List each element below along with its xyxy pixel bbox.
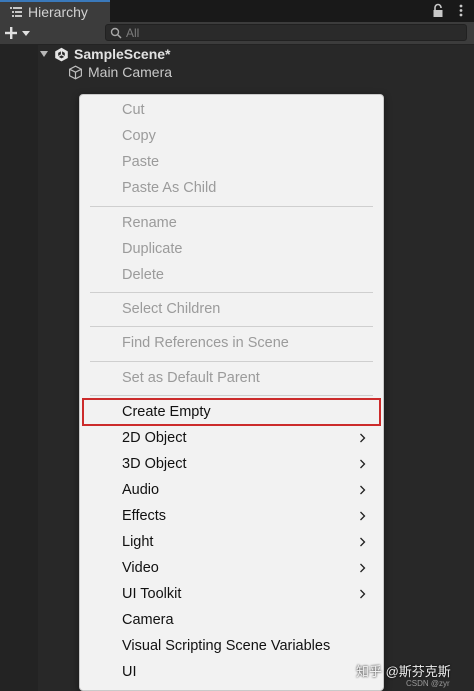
menu-item-audio[interactable]: Audio <box>80 477 383 503</box>
scene-row[interactable]: SampleScene* <box>38 45 474 63</box>
chevron-right-icon <box>360 589 366 599</box>
menu-item-label: Audio <box>122 482 160 498</box>
scene-name: SampleScene* <box>74 46 171 62</box>
search-icon <box>110 27 122 39</box>
menu-item-3d-object[interactable]: 3D Object <box>80 451 383 477</box>
tree-item-label: Main Camera <box>88 64 173 80</box>
menu-item-find-references[interactable]: Find References in Scene <box>80 330 383 356</box>
lock-icon[interactable] <box>432 3 444 18</box>
menu-item-label: Video <box>122 560 159 576</box>
menu-item-label: Paste <box>122 154 160 170</box>
tab-title: Hierarchy <box>28 4 88 20</box>
menu-item-label: Effects <box>122 508 167 524</box>
menu-separator <box>90 361 373 362</box>
menu-item-label: Visual Scripting Scene Variables <box>122 638 331 654</box>
menu-item-delete[interactable]: Delete <box>80 262 383 288</box>
menu-item-effects[interactable]: Effects <box>80 503 383 529</box>
menu-item-label: Camera <box>122 612 174 628</box>
menu-item-label: UI Toolkit <box>122 586 182 602</box>
create-dropdown-button[interactable] <box>4 23 38 43</box>
tree-gutter <box>0 45 38 691</box>
plus-icon <box>5 27 17 39</box>
watermark-sub: CSDN @zyr <box>406 679 450 688</box>
menu-item-label: Delete <box>122 267 164 283</box>
menu-item-label: 2D Object <box>122 430 187 446</box>
menu-item-2d-object[interactable]: 2D Object <box>80 425 383 451</box>
menu-item-ui-toolkit[interactable]: UI Toolkit <box>80 581 383 607</box>
chevron-right-icon <box>360 459 366 469</box>
menu-separator <box>90 206 373 207</box>
menu-item-visual-scripting-scene-variables[interactable]: Visual Scripting Scene Variables <box>80 633 383 659</box>
tab-hierarchy[interactable]: Hierarchy <box>0 0 110 22</box>
menu-item-label: Rename <box>122 215 177 231</box>
menu-item-light[interactable]: Light <box>80 529 383 555</box>
menu-item-video[interactable]: Video <box>80 555 383 581</box>
context-menu: Cut Copy Paste Paste As Child Rename Dup… <box>79 94 384 691</box>
menu-item-paste-as-child[interactable]: Paste As Child <box>80 175 383 201</box>
menu-item-cut[interactable]: Cut <box>80 97 383 123</box>
unity-scene-icon <box>55 47 68 61</box>
menu-item-rename[interactable]: Rename <box>80 210 383 236</box>
menu-item-duplicate[interactable]: Duplicate <box>80 236 383 262</box>
menu-item-ui[interactable]: UI <box>80 659 383 685</box>
chevron-right-icon <box>360 485 366 495</box>
watermark: 知乎 @斯芬克斯 <box>356 664 451 679</box>
menu-item-copy[interactable]: Copy <box>80 123 383 149</box>
menu-separator <box>90 292 373 293</box>
menu-item-label: Set as Default Parent <box>122 370 260 386</box>
menu-separator <box>90 326 373 327</box>
menu-item-camera[interactable]: Camera <box>80 607 383 633</box>
tab-bar: Hierarchy <box>0 0 474 22</box>
menu-item-label: Light <box>122 534 154 550</box>
hierarchy-toolbar <box>0 22 474 45</box>
menu-separator <box>90 395 373 396</box>
menu-item-set-default-parent[interactable]: Set as Default Parent <box>80 365 383 391</box>
chevron-right-icon <box>360 433 366 443</box>
search-input[interactable] <box>126 25 456 40</box>
gameobject-cube-icon <box>69 65 82 79</box>
expand-arrow-icon[interactable] <box>39 49 49 59</box>
caret-down-icon <box>22 31 30 36</box>
tree-item-main-camera[interactable]: Main Camera <box>68 63 172 81</box>
menu-item-label: 3D Object <box>122 456 187 472</box>
highlight-box <box>82 398 381 426</box>
chevron-right-icon <box>360 537 366 547</box>
menu-item-label: UI <box>122 664 137 680</box>
search-box[interactable] <box>105 24 467 41</box>
menu-item-label: Copy <box>122 128 156 144</box>
chevron-right-icon <box>360 511 366 521</box>
list-icon <box>10 7 22 17</box>
chevron-right-icon <box>360 563 366 573</box>
menu-item-label: Duplicate <box>122 241 183 257</box>
menu-item-label: Find References in Scene <box>122 335 289 351</box>
menu-item-label: Cut <box>122 102 145 118</box>
menu-item-label: Paste As Child <box>122 180 217 196</box>
menu-item-label: Select Children <box>122 301 221 317</box>
more-options-icon[interactable] <box>458 3 464 18</box>
menu-item-select-children[interactable]: Select Children <box>80 296 383 322</box>
menu-item-paste[interactable]: Paste <box>80 149 383 175</box>
